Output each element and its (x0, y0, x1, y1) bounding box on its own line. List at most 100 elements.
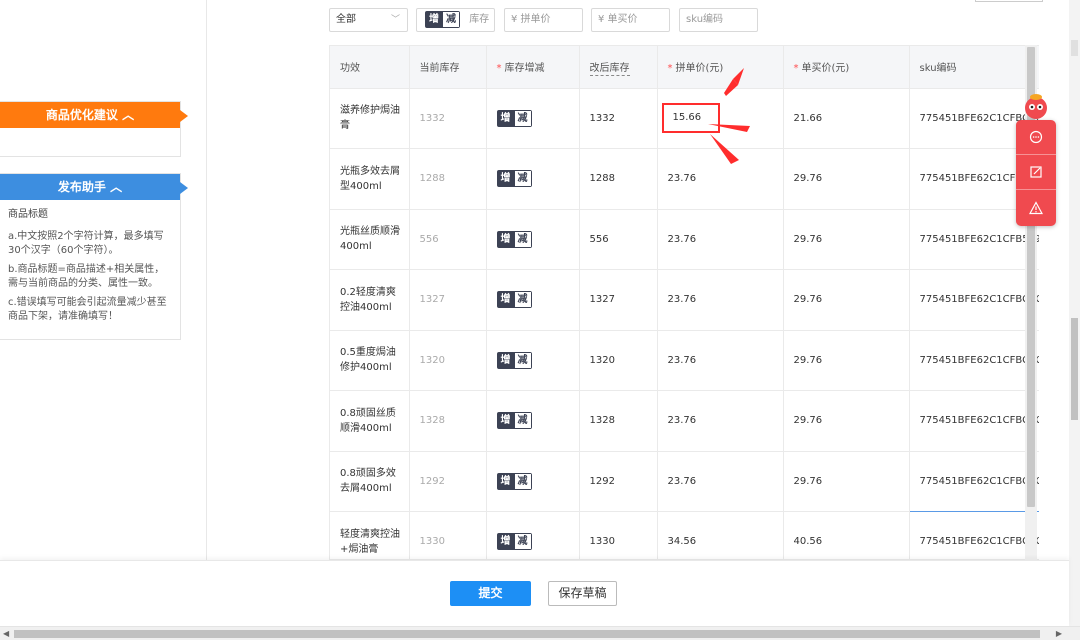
inc-dec-toggle[interactable]: 增 减 (496, 170, 532, 188)
warning-icon (1029, 200, 1043, 214)
inc-button[interactable]: 增 (497, 231, 514, 247)
mascot-icon[interactable] (1020, 90, 1052, 122)
inc-button[interactable]: 增 (497, 292, 514, 308)
inc-dec-toggle[interactable]: 增 减 (496, 291, 532, 309)
stock-change-cell: 增 减 (486, 88, 580, 149)
edit-button[interactable] (1016, 155, 1056, 190)
group-price-value[interactable]: 34.56 (668, 536, 697, 547)
group-price-placeholder: ¥ 拼单价 (511, 14, 551, 25)
sku-code-cell[interactable]: 775451BFE62C1CFBC2C (908, 511, 1039, 559)
group-price-value[interactable]: 23.76 (668, 234, 697, 245)
group-price-highlight[interactable]: 15.66 (661, 103, 720, 134)
sku-code-cell[interactable]: 775451BFE62C1CFBC2C (908, 269, 1039, 331)
inc-button[interactable]: 增 (497, 110, 514, 126)
new-stock-cell[interactable]: 1288 (579, 148, 658, 210)
group-price-value[interactable]: 23.76 (668, 415, 697, 426)
optimize-suggestion-header[interactable]: 商品优化建议 ︿ (0, 102, 188, 128)
dec-button[interactable]: 减 (513, 171, 531, 187)
scroll-right-arrow-icon[interactable]: ▶ (1056, 627, 1062, 640)
sku-placeholder: sku编码 (686, 14, 724, 25)
new-stock-cell[interactable]: 1327 (579, 269, 658, 331)
dec-button[interactable]: 减 (513, 110, 531, 126)
new-stock-cell[interactable]: 1332 (579, 88, 658, 149)
inc-button[interactable]: 增 (497, 534, 514, 550)
group-price-cell[interactable]: 23.76 (657, 390, 784, 452)
inc-dec-toggle[interactable]: 增 减 (425, 10, 460, 28)
table-row: 0.2轻度清爽控油400ml 1327 增 减 1327 23.76 29.76… (330, 269, 1039, 331)
new-stock-cell[interactable]: 1330 (579, 511, 658, 559)
horizontal-scroll-thumb[interactable] (14, 630, 1040, 638)
sku-code-cell[interactable]: 775451BFE62C1CFBC2C (908, 390, 1039, 452)
page-scroll-mark (1071, 40, 1078, 56)
single-price-cell[interactable]: 29.76 (783, 390, 910, 452)
effect-cell: 0.8顽固丝质顺滑400ml (330, 390, 410, 452)
page-horizontal-scrollbar[interactable]: ◀ ▶ (0, 626, 1080, 640)
new-stock-cell[interactable]: 1292 (579, 451, 658, 512)
group-price-cell[interactable]: 15.66 (657, 88, 784, 149)
stock-change-cell: 增 减 (486, 148, 580, 210)
dec-button[interactable]: 减 (513, 292, 531, 308)
inc-dec-toggle[interactable]: 增 减 (496, 412, 532, 430)
col-single-price-label: 单买价(元) (801, 63, 850, 75)
chat-button[interactable] (1016, 120, 1056, 155)
dec-button[interactable]: 减 (513, 473, 531, 489)
report-button[interactable] (1016, 190, 1056, 225)
inc-button[interactable]: 增 (497, 171, 514, 187)
spec-select[interactable]: 全部 ﹀ (329, 8, 408, 32)
inc-dec-toggle[interactable]: 增 减 (496, 351, 532, 369)
top-right-control[interactable] (975, 0, 1043, 2)
sku-code-input[interactable]: sku编码 (679, 8, 758, 32)
group-price-cell[interactable]: 23.76 (657, 209, 784, 270)
page-scroll-thumb[interactable] (1071, 318, 1078, 420)
group-price-cell[interactable]: 23.76 (657, 451, 784, 512)
group-price-input[interactable]: ¥ 拼单价 (504, 8, 583, 32)
sku-table: 功效 当前库存 * 库存增减 改后库存 * 拼单价(元) * 单买价(元) sku编码… (329, 45, 1039, 560)
table-row: 滋养修护焗油膏 1332 增 减 1332 15.66 21.66 775451… (330, 87, 1039, 149)
dec-button[interactable]: 减 (513, 534, 531, 550)
inc-dec-toggle[interactable]: 增 减 (496, 109, 532, 127)
new-stock-cell[interactable]: 556 (579, 209, 658, 270)
page-vertical-scrollbar[interactable] (1069, 0, 1080, 626)
dec-button[interactable]: 减 (513, 231, 531, 247)
sku-code-cell[interactable]: 775451BFE62C1CFBC2C (908, 329, 1039, 391)
effect-cell: 0.8顽固多效去屑400ml (330, 451, 410, 512)
group-price-cell[interactable]: 23.76 (657, 269, 784, 331)
inc-button[interactable]: 增 (497, 473, 514, 489)
new-stock-cell[interactable]: 1320 (579, 330, 658, 391)
single-price-cell[interactable]: 21.66 (783, 88, 910, 149)
publish-assistant-header[interactable]: 发布助手 ︿ (0, 174, 188, 200)
submit-button[interactable]: 提交 (450, 581, 531, 606)
group-price-value[interactable]: 23.76 (668, 173, 697, 184)
single-price-cell[interactable]: 29.76 (783, 148, 910, 210)
save-draft-button[interactable]: 保存草稿 (548, 581, 617, 606)
single-price-cell[interactable]: 29.76 (783, 269, 910, 331)
inc-dec-toggle[interactable]: 增 减 (496, 533, 532, 551)
inc-button[interactable]: 增 (497, 413, 514, 429)
group-price-value[interactable]: 23.76 (668, 294, 697, 305)
group-price-cell[interactable]: 23.76 (657, 330, 784, 391)
dec-button[interactable]: 减 (513, 413, 531, 429)
single-price-cell[interactable]: 29.76 (783, 451, 910, 512)
current-stock-cell: 1332 (409, 88, 487, 149)
publish-assistant-card: 发布助手 ︿ 商品标题 a.中文按照2个字符计算，最多填写30个汉字（60个字符… (0, 173, 188, 340)
inc-dec-toggle[interactable]: 增 减 (496, 472, 532, 490)
table-row: 0.8顽固多效去屑400ml 1292 增 减 1292 23.76 29.76… (330, 450, 1039, 512)
group-price-cell[interactable]: 23.76 (657, 148, 784, 210)
dec-button[interactable]: 减 (442, 11, 459, 27)
single-price-cell[interactable]: 29.76 (783, 330, 910, 391)
single-price-input[interactable]: ¥ 单买价 (591, 8, 670, 32)
scroll-left-arrow-icon[interactable]: ◀ (3, 627, 9, 640)
dec-button[interactable]: 减 (513, 352, 531, 368)
col-single-price: * 单买价(元) (783, 46, 910, 89)
stock-batch-input[interactable]: 增 减 库存 (416, 8, 495, 32)
group-price-cell[interactable]: 34.56 (657, 511, 784, 559)
single-price-cell[interactable]: 40.56 (783, 511, 910, 559)
new-stock-cell[interactable]: 1328 (579, 390, 658, 452)
inc-button[interactable]: 增 (426, 11, 442, 27)
group-price-value[interactable]: 23.76 (668, 355, 697, 366)
inc-dec-toggle[interactable]: 增 减 (496, 230, 532, 248)
group-price-value[interactable]: 23.76 (668, 476, 697, 487)
single-price-cell[interactable]: 29.76 (783, 209, 910, 270)
sku-code-cell[interactable]: 775451BFE62C1CFBC2C (908, 450, 1039, 512)
inc-button[interactable]: 增 (497, 352, 514, 368)
